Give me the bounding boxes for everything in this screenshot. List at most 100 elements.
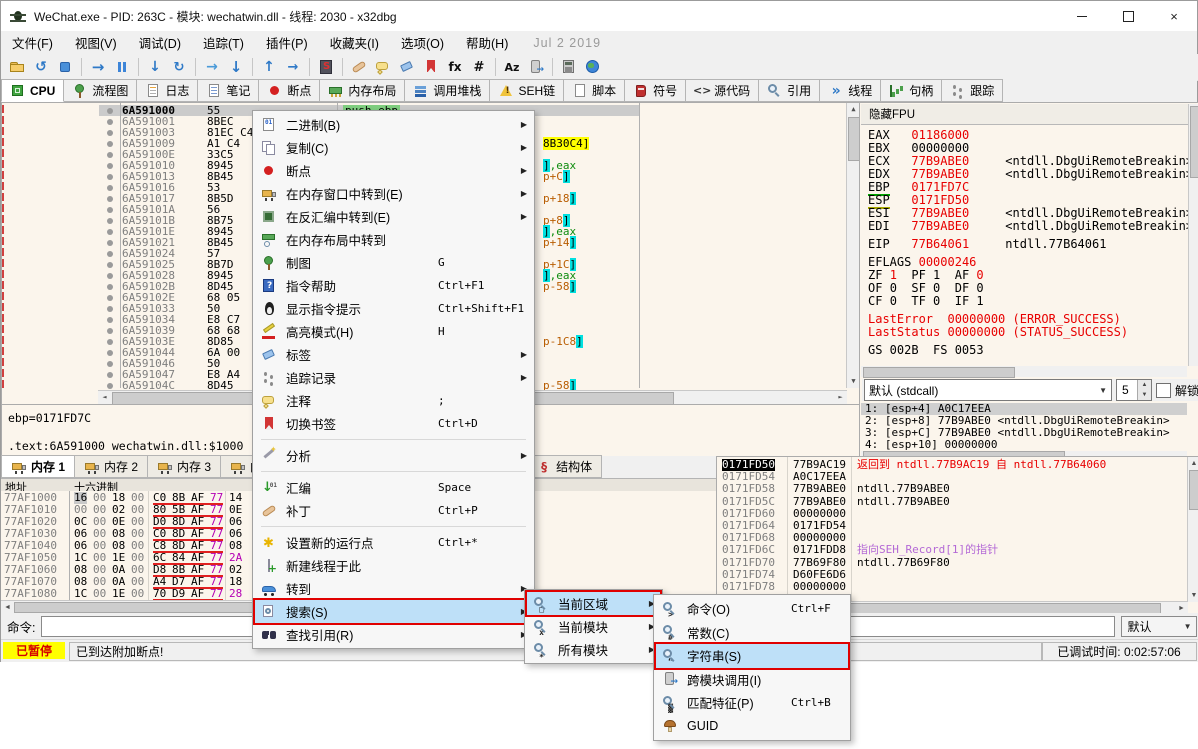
breakpoint-dot-icon[interactable] xyxy=(107,229,113,235)
scroll-up-icon[interactable]: ▲ xyxy=(1188,457,1198,470)
breakpoint-dot-icon[interactable] xyxy=(107,262,113,268)
run-until-button[interactable]: → xyxy=(201,56,223,78)
close-button[interactable]: × xyxy=(1151,1,1197,31)
menu-item-新建线程于此[interactable]: 新建线程于此 xyxy=(255,554,532,577)
breakpoint-dot-icon[interactable] xyxy=(107,163,113,169)
menu-item-补丁[interactable]: 补丁Ctrl+P xyxy=(255,499,532,522)
register-row[interactable]: LastStatus 00000000 (STATUS_SUCCESS) xyxy=(868,326,1193,339)
register-row[interactable]: EIP 77B64061 ntdll.77B64061 xyxy=(868,238,1193,251)
stack-row[interactable]: 0171FD7800000000 xyxy=(717,581,1174,593)
menubar-item-7[interactable]: 选项(O) xyxy=(390,31,455,54)
breakpoint-dot-icon[interactable] xyxy=(107,284,113,290)
breakpoint-dot-icon[interactable] xyxy=(107,240,113,246)
menubar-item-4[interactable]: 追踪(T) xyxy=(192,31,255,54)
scroll-thumb[interactable] xyxy=(1189,470,1198,510)
menu-item-字符串(S)[interactable]: “字符串(S) xyxy=(656,644,848,668)
tab-SEH链[interactable]: SEH链 xyxy=(490,79,564,102)
breakpoint-dot-icon[interactable] xyxy=(107,108,113,114)
scroll-left-icon[interactable]: ◄ xyxy=(98,391,111,404)
breakpoint-dot-icon[interactable] xyxy=(107,130,113,136)
breakpoint-dot-icon[interactable] xyxy=(107,350,113,356)
tab-符号[interactable]: 符号 xyxy=(625,79,686,102)
stack-row[interactable]: 0171FD5877B9ABE0ntdll.77B9ABE0 xyxy=(717,483,1174,495)
menu-item-指令帮助[interactable]: 指令帮助Ctrl+F1 xyxy=(255,274,532,297)
menu-item-所有模块[interactable]: ∗所有模块▶ xyxy=(527,638,660,661)
menu-item-匹配特征(P)[interactable]: ▓匹配特征(P)Ctrl+B xyxy=(656,691,848,715)
stack-row[interactable]: 0171FD74D60FE6D6 xyxy=(717,569,1174,581)
breakpoint-dot-icon[interactable] xyxy=(107,152,113,158)
calculator-button[interactable] xyxy=(558,56,580,78)
stack-row[interactable]: 0171FD54A0C17EEA xyxy=(717,471,1174,483)
registers-hscrollbar[interactable] xyxy=(861,366,1187,377)
menu-item-复制(C)[interactable]: 复制(C)▶ xyxy=(255,136,532,159)
stack-row[interactable]: 0171FD6000000000 xyxy=(717,508,1174,520)
breakpoint-dot-icon[interactable] xyxy=(107,251,113,257)
stack-row[interactable]: 0171FD640171FD54 xyxy=(717,520,1174,532)
tab-CPU[interactable]: CPU xyxy=(1,79,64,102)
menu-item-标签[interactable]: 标签▶ xyxy=(255,343,532,366)
menu-item-搜索(S)[interactable]: 搜索(S)▶ xyxy=(255,600,532,623)
breakpoint-dot-icon[interactable] xyxy=(107,383,113,389)
breakpoint-dot-icon[interactable] xyxy=(107,273,113,279)
breakpoint-dot-icon[interactable] xyxy=(107,328,113,334)
menubar-item-3[interactable]: 调试(D) xyxy=(128,31,192,54)
breakpoint-dot-icon[interactable] xyxy=(107,372,113,378)
menu-item-汇编[interactable]: 汇编Space xyxy=(255,476,532,499)
register-row[interactable]: CF 0 TF 0 IF 1 xyxy=(868,295,1193,308)
registers-vscrollbar[interactable] xyxy=(1188,104,1198,366)
tab-线程[interactable]: »线程 xyxy=(820,79,881,102)
breakpoint-dot-icon[interactable] xyxy=(107,185,113,191)
menu-item-在反汇编中转到(E)[interactable]: 在反汇编中转到(E)▶ xyxy=(255,205,532,228)
menu-item-断点[interactable]: 断点▶ xyxy=(255,159,532,182)
menu-item-注释[interactable]: 注释; xyxy=(255,389,532,412)
stepper-up-icon[interactable]: ▲ xyxy=(1138,380,1151,390)
az-button[interactable]: Az xyxy=(501,56,523,78)
menu-item-查找引用(R)[interactable]: 查找引用(R)▶ xyxy=(255,623,532,646)
breakpoint-dot-icon[interactable] xyxy=(107,339,113,345)
registers-pane[interactable]: 隐藏FPU EAX 01186000EBX 00000000ECX 77B9AB… xyxy=(859,102,1198,458)
breakpoint-dot-icon[interactable] xyxy=(107,119,113,125)
menu-item-当前模块[interactable]: x当前模块▶ xyxy=(527,615,660,638)
menubar-item-5[interactable]: 插件(P) xyxy=(255,31,319,54)
menu-item-GUID[interactable]: GUID xyxy=(656,715,848,739)
breakpoint-dot-icon[interactable] xyxy=(107,174,113,180)
menu-item-制图[interactable]: 制图G xyxy=(255,251,532,274)
scroll-down-icon[interactable]: ▼ xyxy=(1188,589,1198,602)
scroll-right-icon[interactable]: ► xyxy=(834,391,847,404)
dump-tab-内存 1[interactable]: 内存 1 xyxy=(1,455,75,478)
functions-button[interactable]: fx xyxy=(444,56,466,78)
tab-内存布局[interactable]: 内存布局 xyxy=(320,79,405,102)
breakpoint-dot-icon[interactable] xyxy=(107,218,113,224)
menu-item-显示指令提示[interactable]: 显示指令提示Ctrl+Shift+F1 xyxy=(255,297,532,320)
tab-跟踪[interactable]: 跟踪 xyxy=(942,79,1003,102)
menubar-item-8[interactable]: 帮助(H) xyxy=(455,31,519,54)
tab-源代码[interactable]: <>源代码 xyxy=(686,79,759,102)
menu-item-命令(O)[interactable]: >命令(O)Ctrl+F xyxy=(656,597,848,621)
menu-item-切换书签[interactable]: 切换书签Ctrl+D xyxy=(255,412,532,435)
stack-row[interactable]: 0171FD5077B9AC19返回到 ntdll.77B9AC19 自 ntd… xyxy=(717,459,1174,471)
tab-日志[interactable]: 日志 xyxy=(137,79,198,102)
breakpoint-dot-icon[interactable] xyxy=(107,306,113,312)
menu-item-在内存布局中转到[interactable]: 在内存布局中转到 xyxy=(255,228,532,251)
labels-button[interactable] xyxy=(396,56,418,78)
open-folder-button[interactable] xyxy=(6,56,28,78)
menu-item-设置新的运行点[interactable]: 设置新的运行点Ctrl+* xyxy=(255,531,532,554)
menu-item-当前区域[interactable]: □当前区域▶ xyxy=(527,592,660,615)
menubar-item-1[interactable]: 文件(F) xyxy=(1,31,64,54)
hide-fpu-button[interactable]: 隐藏FPU xyxy=(861,104,1188,125)
close-dbg-button[interactable] xyxy=(54,56,76,78)
dump-tab-内存 3[interactable]: 内存 3 xyxy=(148,455,221,478)
modules-button[interactable] xyxy=(525,56,547,78)
comments-button[interactable] xyxy=(372,56,394,78)
menubar-item-2[interactable]: 视图(V) xyxy=(64,31,128,54)
run-button[interactable]: → xyxy=(87,56,109,78)
breakpoint-dot-icon[interactable] xyxy=(107,361,113,367)
tab-脚本[interactable]: 脚本 xyxy=(564,79,625,102)
scroll-thumb[interactable] xyxy=(1190,106,1198,178)
tab-调用堆栈[interactable]: 调用堆栈 xyxy=(405,79,490,102)
stack-row[interactable]: 0171FD5C77B9ABE0ntdll.77B9ABE0 xyxy=(717,496,1174,508)
tab-笔记[interactable]: 笔记 xyxy=(198,79,259,102)
disasm-vscrollbar[interactable]: ▲ ▼ xyxy=(846,103,860,388)
calling-convention-select[interactable]: 默认 (stdcall) ▼ xyxy=(864,379,1112,401)
tab-句柄[interactable]: 句柄 xyxy=(881,79,942,102)
